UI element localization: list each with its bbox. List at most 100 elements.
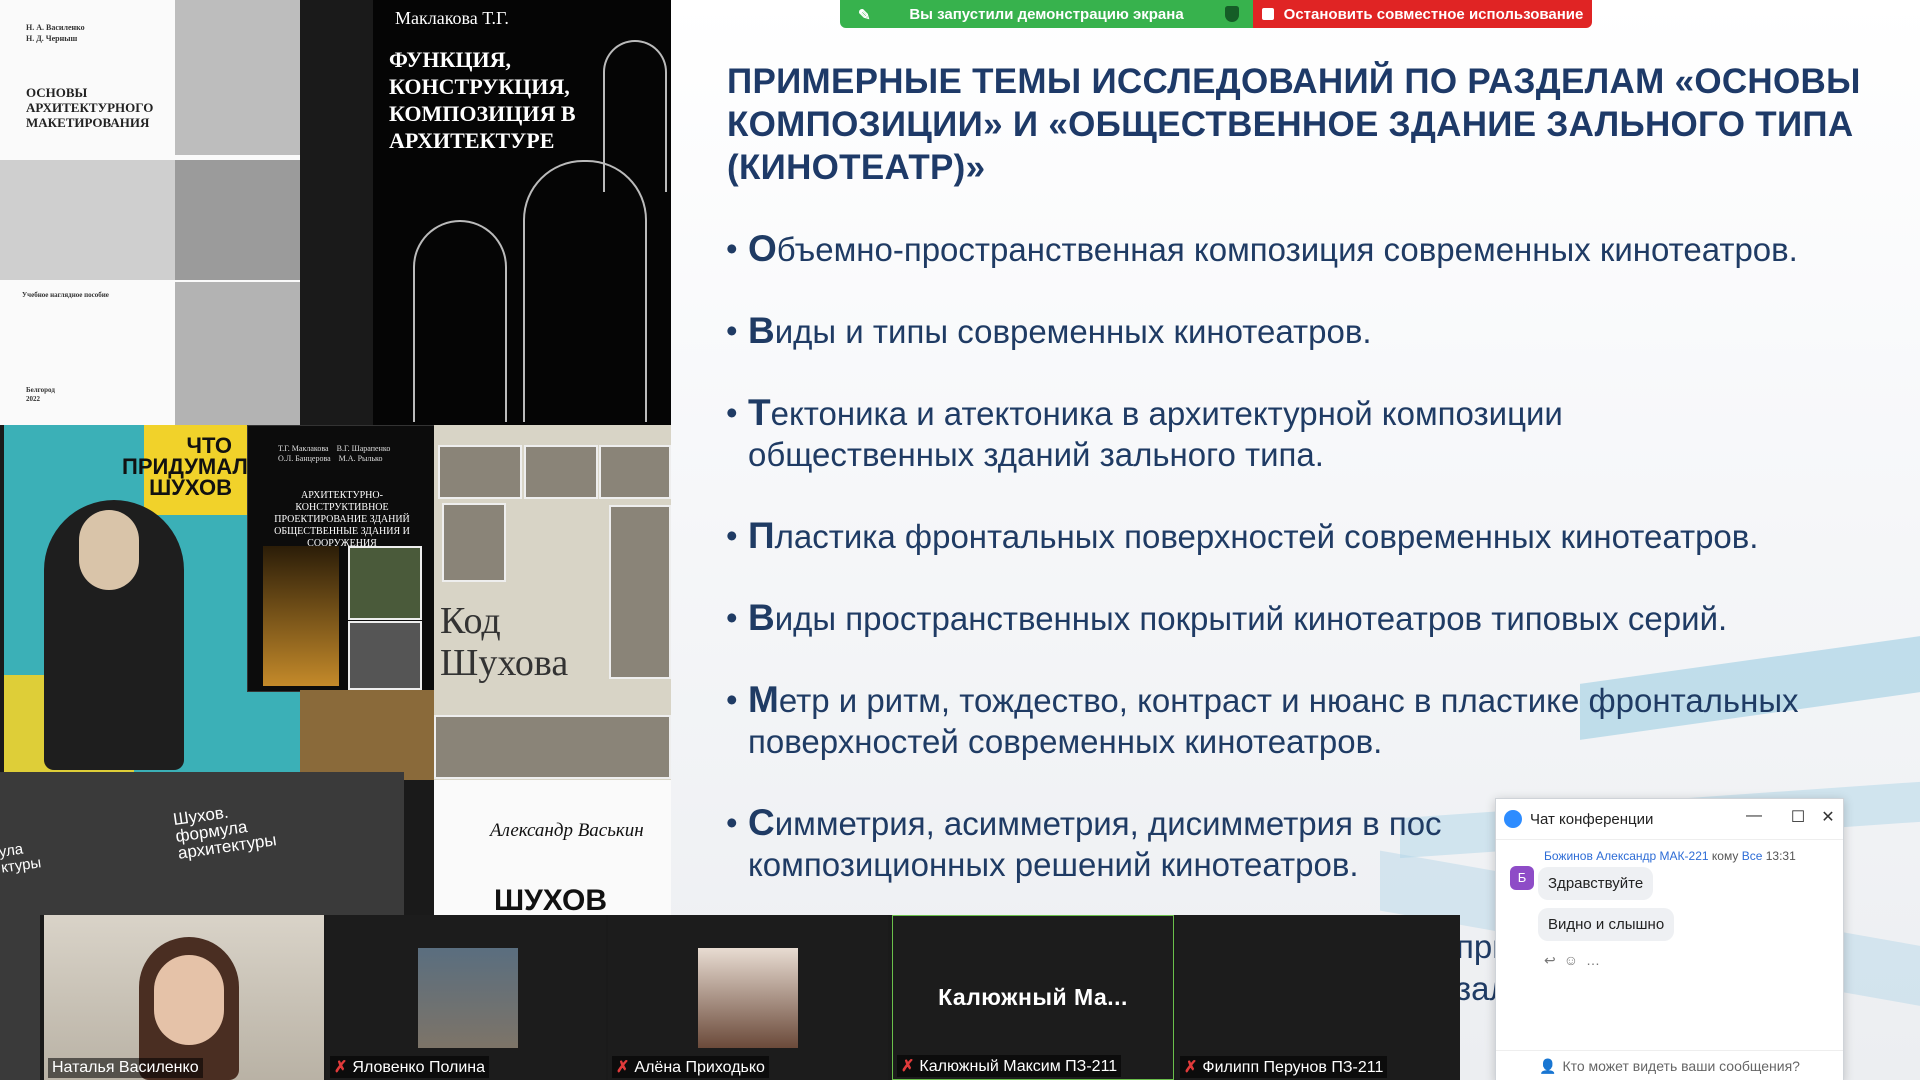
book-authors: Т.Г. Маклакова В.Г. Шарапенко О.Л. Банце… (278, 444, 391, 463)
cover-image (175, 0, 300, 155)
participant-name: ✗ Алёна Приходько (612, 1056, 769, 1078)
topic-initial: В (748, 597, 775, 638)
topic-item: Пластика фронтальных поверхностей соврем… (726, 515, 1758, 557)
topic-text: ектоника и атектоника в архитектурной ко… (770, 395, 1563, 432)
topic-text-line2: композиционных решений кинотеатров. (748, 846, 1359, 883)
topic-text: имметрия, асимметрия, дисимметрия в пос (774, 805, 1442, 842)
video-tile-active-speaker[interactable]: Калюжный Ма... ✗ Калюжный Максим ПЗ-211 (892, 915, 1174, 1080)
cover-image (175, 160, 300, 280)
book-cover-function: Маклакова Т.Г. ФУНКЦИЯ, КОНСТРУКЦИЯ, КОМ… (373, 0, 671, 425)
topic-text: етр и ритм, тождество, контраст и нюанс … (778, 682, 1799, 719)
arch-drawing (413, 220, 507, 422)
mic-muted-icon: ✗ (334, 1059, 348, 1076)
book-cover-modeling: Н. А. Василенко Н. Д. Черныш ОСНОВЫ АРХИ… (0, 0, 300, 425)
participant-name-text: Калюжный Максим ПЗ-211 (919, 1058, 1118, 1075)
participant-name: ✗ Яловенко Полина (330, 1056, 490, 1078)
topic-initial: В (748, 310, 775, 351)
topic-initial: Т (748, 392, 771, 433)
chat-message[interactable]: Здравствуйте (1538, 867, 1654, 900)
participant-name-text: Филипп Перунов ПЗ-211 (1202, 1059, 1384, 1076)
book-title: ОСНОВЫ АРХИТЕКТУРНОГО МАКЕТИРОВАНИЯ (26, 85, 154, 130)
participant-name-text: Алёна Приходько (634, 1059, 765, 1076)
message-time: 13:31 (1765, 849, 1796, 863)
book-author: Н. А. Василенко Н. Д. Черныш (26, 23, 85, 43)
topic-initial: М (748, 679, 779, 720)
to-word: кому (1711, 849, 1739, 863)
maximize-icon[interactable]: ☐ (1788, 807, 1808, 827)
stop-share-label: Остановить совместное использование (1283, 5, 1584, 23)
book-city: Белгород 2022 (26, 386, 55, 403)
stop-icon (1261, 8, 1274, 20)
share-status-text: Вы запустили демонстрацию экрана (909, 5, 1184, 23)
book-title: Код Шухова (440, 600, 569, 684)
tower-photo (263, 546, 339, 686)
book-cover-design: Т.Г. Маклакова В.Г. Шарапенко О.Л. Банце… (247, 425, 436, 692)
close-icon[interactable]: ✕ (1818, 807, 1838, 827)
slide-title: ПРИМЕРНЫЕ ТЕМЫ ИССЛЕДОВАНИЙ ПО РАЗДЕЛАМ … (727, 62, 1861, 187)
topic-item: Объемно-пространственная композиция совр… (726, 228, 1798, 270)
book-title: ЧТО ПРИДУМАЛ ШУХОВ (122, 433, 248, 500)
screen-share-bar: ✎ Вы запустили демонстрацию экрана Остан… (840, 0, 1592, 28)
chat-title: Чат конференции (1530, 810, 1654, 828)
message-meta: Божинов Александр МАК-221 кому Все 13:31 (1544, 849, 1796, 863)
participant-name: ✗ Калюжный Максим ПЗ-211 (897, 1055, 1122, 1077)
avatar: Б (1510, 866, 1534, 890)
chat-titlebar[interactable]: Чат конференции — ☐ ✕ (1496, 799, 1843, 840)
book-author: Маклакова Т.Г. (395, 8, 509, 28)
chat-footer-text: Кто может видеть ваши сообщения? (1562, 1058, 1800, 1074)
topic-initial: П (748, 515, 775, 556)
video-tile[interactable]: Наталья Василенко (44, 915, 324, 1080)
topic-item: Виды и типы современных кинотеатров. (726, 310, 1372, 352)
participant-name: Наталья Василенко (48, 1058, 203, 1078)
reaction-icons[interactable]: ↩☺… (1544, 952, 1608, 969)
topic-initial: О (748, 228, 777, 269)
topic-item: Виды пространственных покрытий кинотеатр… (726, 597, 1727, 639)
cover-image (175, 282, 300, 425)
topic-item: Метр и ритм, тождество, контраст и нюанс… (726, 679, 1799, 762)
book-author: Александр Васькин (490, 820, 644, 841)
stop-share-button[interactable]: Остановить совместное использование (1253, 0, 1592, 28)
arch-drawing (523, 160, 647, 422)
cover-photo (599, 445, 671, 499)
book-title: ФУНКЦИЯ, КОНСТРУКЦИЯ, КОМПОЗИЦИЯ В АРХИТ… (389, 47, 576, 153)
minimize-icon[interactable]: — (1744, 807, 1764, 825)
video-tile[interactable]: ✗ Алёна Приходько (608, 915, 888, 1080)
building-photo (300, 690, 434, 780)
shield-icon[interactable] (1225, 6, 1239, 22)
screen: Н. А. Василенко Н. Д. Черныш ОСНОВЫ АРХИ… (0, 0, 1920, 1080)
cover-photo (609, 505, 671, 679)
cover-photo (438, 445, 522, 499)
cover-photo (348, 546, 422, 620)
recipient[interactable]: Все (1742, 849, 1763, 863)
zoom-icon (1504, 810, 1522, 828)
mic-muted-icon: ✗ (1184, 1059, 1198, 1076)
chat-visibility-footer[interactable]: 👤 Кто может видеть ваши сообщения? (1496, 1050, 1843, 1080)
sender-name[interactable]: Божинов Александр МАК-221 (1544, 849, 1709, 863)
topic-text-line2: поверхностей современных кинотеатров. (748, 723, 1383, 760)
cover-photo (524, 445, 598, 499)
book-subtitle: Учебное наглядное пособие (22, 291, 109, 299)
mic-muted-icon: ✗ (616, 1059, 630, 1076)
topic-initial: С (748, 802, 775, 843)
people-icon: 👤 (1539, 1057, 1557, 1074)
book-title-fragment: ула ктуры (0, 840, 43, 877)
participant-avatar (698, 948, 798, 1048)
topic-text: иды и типы современных кинотеатров. (774, 313, 1372, 350)
participant-avatar (418, 948, 518, 1048)
topic-text: бъемно-пространственная композиция совре… (776, 231, 1798, 268)
chat-window: Чат конференции — ☐ ✕ Божинов Александр … (1495, 798, 1844, 1080)
pen-icon[interactable]: ✎ (858, 6, 871, 24)
book-cover-shukhov-code: Код Шухова (434, 425, 671, 780)
portrait-face (79, 510, 139, 590)
participant-tile-name: Калюжный Ма... (938, 984, 1128, 1010)
video-tile[interactable]: ✗ Филипп Перунов ПЗ-211 (1176, 915, 1460, 1080)
share-status[interactable]: ✎ Вы запустили демонстрацию экрана (840, 0, 1253, 28)
video-tile[interactable]: ✗ Яловенко Полина (326, 915, 606, 1080)
cover-photo (434, 715, 671, 779)
video-strip: Наталья Василенко ✗ Яловенко Полина ✗ Алён… (40, 915, 1460, 1080)
participant-name: ✗ Филипп Перунов ПЗ-211 (1180, 1056, 1388, 1078)
topic-item: Симметрия, асимметрия, дисимметрия в пос… (726, 802, 1442, 885)
participant-name-text: Яловенко Полина (352, 1059, 486, 1076)
cover-image (0, 160, 175, 280)
chat-message[interactable]: Видно и слышно (1538, 908, 1675, 941)
